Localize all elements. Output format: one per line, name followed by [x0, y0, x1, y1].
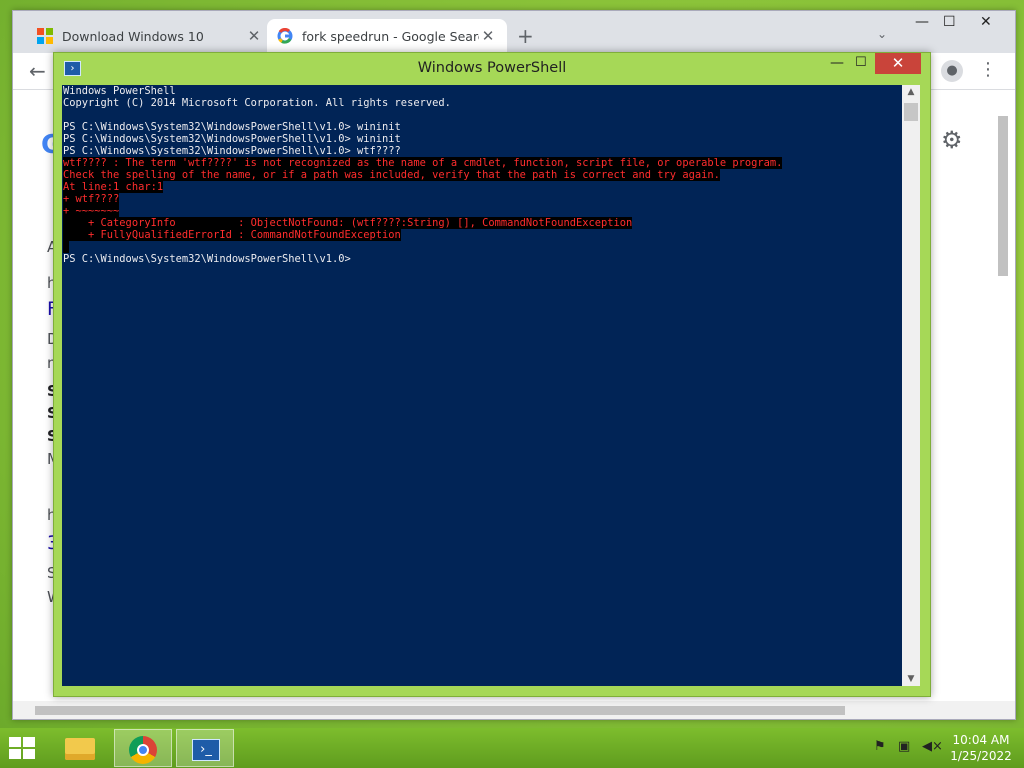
- page-vertical-scrollbar[interactable]: [995, 90, 1009, 701]
- scroll-up-arrow-icon[interactable]: ▲: [902, 87, 920, 97]
- scroll-thumb[interactable]: [35, 706, 845, 715]
- tab-close-icon[interactable]: ✕: [245, 27, 263, 45]
- console-output[interactable]: Windows PowerShell Copyright (C) 2014 Mic…: [62, 85, 902, 686]
- console-line: PS C:\Windows\System32\WindowsPowerShell…: [63, 253, 902, 265]
- console-lines: Windows PowerShell Copyright (C) 2014 Mic…: [62, 85, 902, 265]
- console-line: PS C:\Windows\System32\WindowsPowerShell…: [63, 133, 902, 145]
- browser-menu-icon[interactable]: ⋮: [979, 59, 997, 80]
- folder-icon: [65, 738, 95, 760]
- console-line: PS C:\Windows\System32\WindowsPowerShell…: [63, 145, 902, 157]
- console-line-text: PS C:\Windows\System32\WindowsPowerShell…: [63, 133, 401, 145]
- clock-time: 10:04 AM: [952, 733, 1010, 747]
- flag-icon[interactable]: ⚑: [874, 739, 886, 754]
- console-line: Windows PowerShell: [63, 85, 902, 97]
- console-error-line: At line:1 char:1: [63, 181, 902, 193]
- scroll-down-arrow-icon[interactable]: ▼: [902, 674, 920, 684]
- maximize-button[interactable]: ☐: [855, 55, 867, 70]
- console-line-text: PS C:\Windows\System32\WindowsPowerShell…: [63, 121, 401, 133]
- windows-start-icon[interactable]: [9, 737, 37, 759]
- console-line-text: Copyright (C) 2014 Microsoft Corporation…: [63, 97, 451, 109]
- tab-search-chevron-icon[interactable]: ⌄: [877, 27, 887, 41]
- console-line-text: + wtf????: [63, 193, 120, 205]
- console-line-text: Windows PowerShell: [63, 85, 176, 97]
- console-line-text: + FullyQualifiedErrorId : CommandNotFoun…: [63, 229, 401, 241]
- console-line-text: PS C:\Windows\System32\WindowsPowerShell…: [63, 145, 401, 157]
- console-line-text: + CategoryInfo : ObjectNotFound: (wtf???…: [63, 217, 633, 229]
- taskbar-powershell[interactable]: ›_: [176, 729, 234, 767]
- tab-strip: Download Windows 10 ✕ fork speedrun - Go…: [13, 11, 1015, 53]
- taskbar-file-explorer[interactable]: [52, 729, 110, 767]
- console-line-text: [63, 241, 70, 253]
- tab-label: Download Windows 10: [62, 28, 204, 44]
- scroll-thumb[interactable]: [904, 103, 918, 121]
- network-icon[interactable]: ▣: [898, 739, 910, 754]
- speaker-muted-icon[interactable]: ◀×: [922, 739, 943, 754]
- chrome-icon: [129, 736, 157, 764]
- taskbar: ›_ ⚑ ▣ ◀× 10:04 AM 1/25/2022: [0, 728, 1024, 768]
- tab-fork-speedrun[interactable]: fork speedrun - Google Search ✕: [267, 19, 507, 53]
- console-scrollbar[interactable]: ▲ ▼: [902, 85, 920, 686]
- console-error-line: wtf???? : The term 'wtf????' is not reco…: [63, 157, 902, 169]
- console-line-text: At line:1 char:1: [63, 181, 164, 193]
- powershell-window: › Windows PowerShell — ☐ ✕ Windows Power…: [53, 52, 931, 697]
- console-line-text: PS C:\Windows\System32\WindowsPowerShell…: [63, 253, 351, 265]
- console-error-line: Check the spelling of the name, or if a …: [63, 169, 902, 181]
- console-line: Copyright (C) 2014 Microsoft Corporation…: [63, 97, 902, 109]
- tab-close-icon[interactable]: ✕: [479, 27, 497, 45]
- console-line-text: + ~~~~~~~: [63, 205, 120, 217]
- taskbar-chrome[interactable]: [114, 729, 172, 767]
- back-arrow-icon[interactable]: ←: [29, 59, 46, 83]
- console-error-line: + ~~~~~~~: [63, 205, 902, 217]
- minimize-button[interactable]: —: [830, 55, 844, 71]
- powershell-icon: ›_: [192, 739, 220, 761]
- close-button[interactable]: ✕: [875, 53, 921, 74]
- profile-avatar-icon[interactable]: ●: [941, 60, 963, 82]
- console-error-line: + CategoryInfo : ObjectNotFound: (wtf???…: [63, 217, 902, 229]
- tab-download-windows[interactable]: Download Windows 10 ✕: [27, 19, 273, 53]
- microsoft-logo-icon: [37, 28, 53, 44]
- system-clock[interactable]: 10:04 AM 1/25/2022: [950, 732, 1012, 764]
- tab-label: fork speedrun - Google Search: [302, 28, 479, 44]
- console-line-text: wtf???? : The term 'wtf????' is not reco…: [63, 157, 783, 169]
- console-error-line: + FullyQualifiedErrorId : CommandNotFoun…: [63, 229, 902, 241]
- console-error-line: + wtf????: [63, 193, 902, 205]
- console-line-text: Check the spelling of the name, or if a …: [63, 169, 720, 181]
- console-line: PS C:\Windows\System32\WindowsPowerShell…: [63, 121, 902, 133]
- console-error-line: [63, 241, 902, 253]
- clock-date: 1/25/2022: [950, 749, 1012, 763]
- browser-minimize-button[interactable]: —: [915, 14, 929, 30]
- page-horizontal-scrollbar[interactable]: [13, 701, 1015, 719]
- settings-gear-icon[interactable]: ⚙: [941, 126, 963, 154]
- scroll-thumb[interactable]: [998, 116, 1008, 276]
- new-tab-button[interactable]: +: [517, 24, 534, 48]
- browser-close-button[interactable]: ✕: [980, 14, 992, 30]
- window-title: Windows PowerShell: [417, 60, 567, 76]
- google-logo-icon: [277, 28, 293, 44]
- browser-maximize-button[interactable]: ☐: [943, 14, 956, 30]
